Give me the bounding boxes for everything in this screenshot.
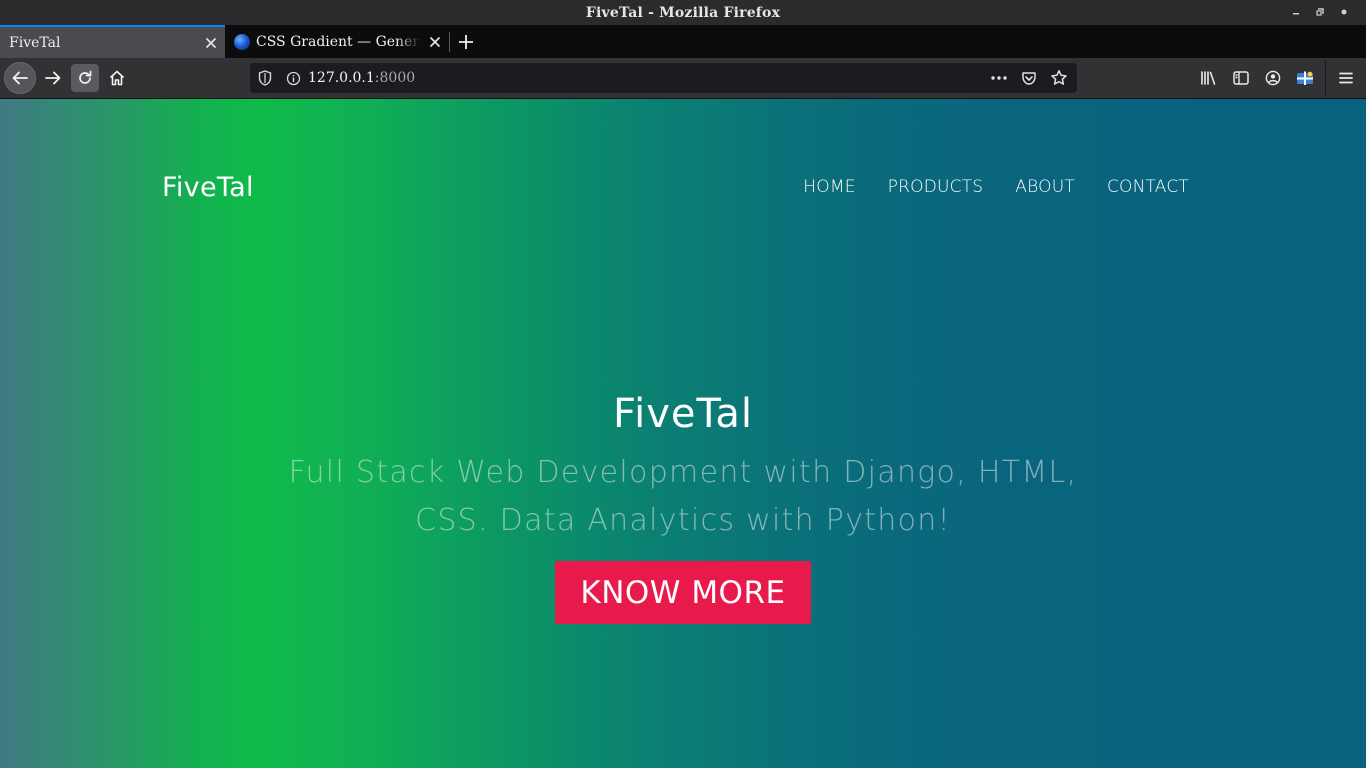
- extension-button[interactable]: [1289, 62, 1321, 94]
- menu-icon: [1339, 72, 1353, 84]
- sidebar-button[interactable]: [1225, 62, 1257, 94]
- library-icon: [1201, 71, 1216, 85]
- account-icon: [1265, 70, 1281, 86]
- window-controls: [1284, 3, 1356, 21]
- window-titlebar: FiveTal - Mozilla Firefox: [0, 0, 1366, 25]
- menu-button[interactable]: [1330, 62, 1362, 94]
- know-more-button[interactable]: KNOW MORE: [555, 561, 811, 624]
- new-tab-button[interactable]: [450, 25, 482, 58]
- url-text[interactable]: 127.0.0.1:8000: [308, 70, 415, 86]
- site-brand[interactable]: FiveTal: [162, 172, 254, 203]
- home-icon: [109, 70, 125, 86]
- globe-icon: [234, 33, 250, 50]
- nav-products-link[interactable]: PRODUCTS: [888, 177, 984, 197]
- navigation-toolbar: 127.0.0.1:8000: [0, 58, 1366, 98]
- tab-css-gradient[interactable]: CSS Gradient — Generator: [225, 25, 449, 58]
- toolbar-separator: [1325, 60, 1326, 96]
- close-window-icon[interactable]: [1332, 3, 1356, 21]
- hero-subtitle: Full Stack Web Development with Django, …: [288, 455, 1078, 538]
- url-bar-actions: [987, 63, 1071, 93]
- pocket-icon[interactable]: [1017, 69, 1041, 87]
- tab-label: CSS Gradient — Generator: [256, 33, 421, 50]
- shield-icon[interactable]: [256, 69, 274, 87]
- page-viewport: FiveTal HOME PRODUCTS ABOUT CONTACT Five…: [0, 98, 1366, 768]
- account-button[interactable]: [1257, 62, 1289, 94]
- reload-button[interactable]: [71, 64, 99, 92]
- nav-contact-link[interactable]: CONTACT: [1107, 177, 1189, 197]
- window-title: FiveTal - Mozilla Firefox: [585, 4, 781, 21]
- sidebar-icon: [1233, 71, 1249, 85]
- nav-home-link[interactable]: HOME: [803, 177, 855, 197]
- url-host: 127.0.0.1: [308, 70, 375, 86]
- minimize-icon[interactable]: [1284, 3, 1308, 21]
- info-icon[interactable]: [284, 69, 302, 87]
- url-bar[interactable]: 127.0.0.1:8000: [250, 63, 1077, 93]
- tab-strip: FiveTal CSS Gradient — Generator: [0, 25, 1366, 58]
- more-icon[interactable]: [987, 69, 1011, 87]
- forward-icon: [45, 71, 61, 85]
- extension-icon: [1297, 71, 1313, 85]
- plus-icon: [459, 34, 473, 49]
- nav-about-link[interactable]: ABOUT: [1015, 177, 1075, 197]
- star-icon[interactable]: [1047, 69, 1071, 87]
- toolbar-right: [1193, 58, 1366, 98]
- tab-close-icon[interactable]: [421, 28, 449, 56]
- site-nav: HOME PRODUCTS ABOUT CONTACT: [803, 177, 1189, 197]
- home-button[interactable]: [102, 63, 132, 93]
- reload-icon: [79, 70, 92, 84]
- url-port: :8000: [374, 70, 416, 86]
- back-button[interactable]: [4, 62, 36, 94]
- tab-fivetal[interactable]: FiveTal: [0, 25, 225, 58]
- back-icon: [12, 71, 28, 85]
- tab-label: FiveTal: [9, 34, 61, 51]
- hero-title: FiveTal: [613, 391, 753, 437]
- hero-section: FiveTal Full Stack Web Development with …: [0, 389, 1366, 624]
- forward-button[interactable]: [38, 63, 68, 93]
- site-header: FiveTal HOME PRODUCTS ABOUT CONTACT: [0, 99, 1366, 279]
- library-button[interactable]: [1193, 62, 1225, 94]
- tab-close-icon[interactable]: [197, 29, 225, 57]
- restore-icon[interactable]: [1308, 3, 1332, 21]
